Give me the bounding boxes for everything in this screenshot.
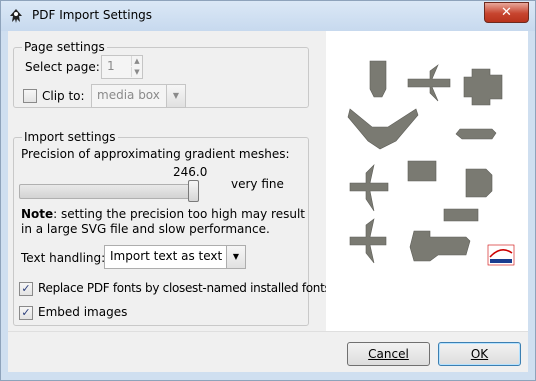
title-bar: PDF Import Settings ✕ xyxy=(1,1,535,31)
precision-slider[interactable] xyxy=(19,184,199,199)
preview-shape xyxy=(349,164,389,212)
preview-shape xyxy=(455,128,497,140)
cancel-button-label: Cancel xyxy=(368,347,409,361)
preview-shape xyxy=(369,60,387,98)
note-text: Note: setting the precision too high may… xyxy=(21,207,305,237)
embed-images-checkbox[interactable]: ✓ xyxy=(19,306,33,320)
pdf-import-dialog: PDF Import Settings ✕ Page settings Sele… xyxy=(0,0,536,381)
window-title: PDF Import Settings xyxy=(32,8,153,22)
close-button[interactable]: ✕ xyxy=(484,2,529,23)
precision-label: Precision of approximating gradient mesh… xyxy=(21,147,290,161)
preview-shape xyxy=(443,208,479,222)
precision-description: very fine xyxy=(231,177,284,191)
preview-shape xyxy=(463,68,503,106)
button-separator xyxy=(8,331,528,332)
ok-button-label: OK xyxy=(470,347,489,361)
clip-to-label: Clip to: xyxy=(42,89,85,103)
page-preview xyxy=(326,31,528,331)
select-page-spinner[interactable]: 1 ▲ ▼ xyxy=(101,55,143,79)
inkscape-icon xyxy=(10,9,22,23)
preview-shape xyxy=(409,230,471,262)
precision-value: 246.0 xyxy=(173,165,208,179)
replace-fonts-checkbox[interactable]: ✓ xyxy=(19,282,33,296)
clip-to-select[interactable]: media box ▼ xyxy=(91,84,186,108)
dialog-body: Page settings Select page: 1 ▲ ▼ Clip to… xyxy=(8,31,528,372)
preview-shape xyxy=(465,168,493,198)
clip-to-checkbox[interactable] xyxy=(23,89,37,103)
text-handling-label: Text handling: xyxy=(21,251,106,265)
spin-up-icon[interactable]: ▲ xyxy=(131,56,142,66)
ok-button[interactable]: OK xyxy=(438,342,521,366)
clip-to-value: media box xyxy=(97,88,160,102)
text-handling-select[interactable]: Import text as text ▼ xyxy=(104,245,246,269)
note-bold: Note xyxy=(21,207,54,221)
chevron-down-icon[interactable]: ▼ xyxy=(226,246,245,268)
chevron-down-icon[interactable]: ▼ xyxy=(166,85,185,107)
preview-logo xyxy=(487,244,515,266)
spin-down-icon[interactable]: ▼ xyxy=(131,67,142,77)
select-page-value: 1 xyxy=(107,59,115,73)
import-settings-legend: Import settings xyxy=(22,130,118,144)
preview-shape xyxy=(407,64,451,102)
preview-shape xyxy=(347,108,419,150)
preview-shape xyxy=(349,218,387,264)
note-body: : setting the precision too high may res… xyxy=(21,207,305,236)
close-icon: ✕ xyxy=(501,5,512,20)
cancel-button[interactable]: Cancel xyxy=(347,342,430,366)
replace-fonts-label: Replace PDF fonts by closest-named insta… xyxy=(38,281,331,295)
precision-slider-handle[interactable] xyxy=(188,180,199,202)
preview-shape xyxy=(407,160,437,182)
embed-images-label: Embed images xyxy=(38,305,128,319)
preview-thumbnail xyxy=(347,60,515,266)
select-page-label: Select page: xyxy=(25,60,100,74)
page-settings-legend: Page settings xyxy=(22,40,107,54)
text-handling-value: Import text as text xyxy=(110,249,223,263)
